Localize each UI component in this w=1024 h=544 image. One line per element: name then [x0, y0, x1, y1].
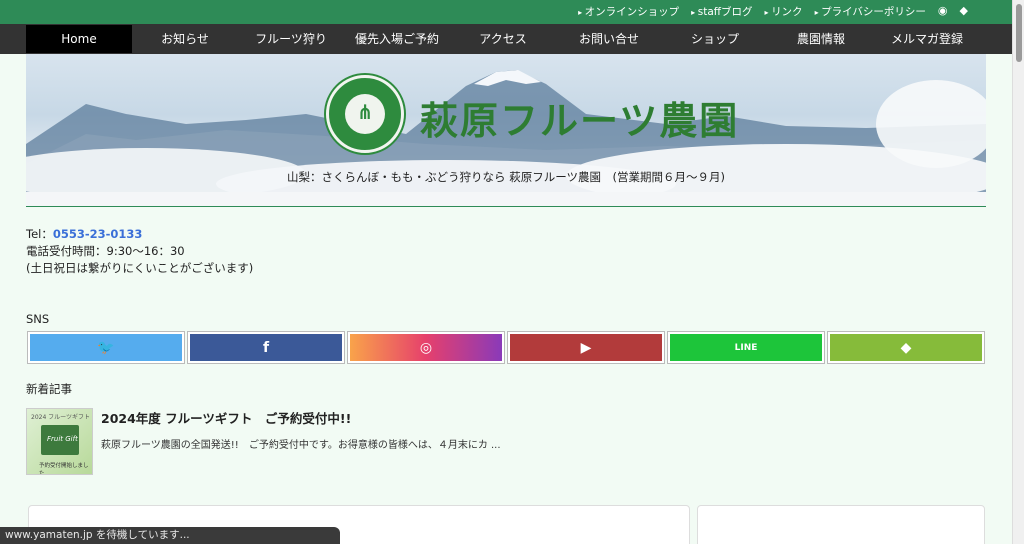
top-link-online-shop[interactable]: オンラインショップ: [578, 4, 680, 19]
nav-item-farm-info[interactable]: 農園情報: [768, 25, 874, 53]
instagram-icon: ◎: [419, 339, 433, 356]
top-link-links[interactable]: リンク: [765, 4, 803, 19]
youtube-icon: ▶: [580, 339, 592, 356]
nav-item-news[interactable]: お知らせ: [132, 25, 238, 53]
tel-label: Tel：: [26, 227, 53, 241]
nav-item-reservation[interactable]: 優先入場ご予約: [344, 25, 450, 53]
rss-icon[interactable]: ◉: [938, 4, 948, 19]
top-link-staff-blog[interactable]: staffブログ: [691, 4, 753, 19]
phone-note: (土日祝日は繋がりにくいことがございます): [26, 261, 254, 275]
phone-link[interactable]: 0553-23-0133: [53, 227, 143, 241]
site-title[interactable]: 萩原フルーツ農園: [420, 90, 739, 145]
sns-buttons: 🐦 f ◎ ▶ LINE ◆: [28, 332, 984, 363]
article-excerpt: 萩原フルーツ農園の全国発送!! ご予約受付中です。お得意様の皆様へは、４月末にカ…: [101, 440, 501, 451]
nav-item-newsletter[interactable]: メルマガ登録: [874, 25, 980, 53]
nav-item-shop[interactable]: ショップ: [662, 25, 768, 53]
youtube-button[interactable]: ▶: [508, 332, 664, 363]
feedly-icon[interactable]: ◆: [960, 4, 968, 19]
facebook-icon: f: [262, 339, 270, 356]
phone-hours: 電話受付時間：9:30〜16：30: [26, 244, 185, 258]
twitter-button[interactable]: 🐦: [28, 332, 184, 363]
scrollbar[interactable]: [1012, 0, 1024, 544]
browser-status-bar: www.yamaten.jp を待機しています...: [0, 527, 340, 544]
divider: [26, 206, 986, 207]
facebook-button[interactable]: f: [188, 332, 344, 363]
feedly-button[interactable]: ◆: [828, 332, 984, 363]
farm-logo[interactable]: ⋔: [326, 75, 404, 153]
top-bar: オンラインショップ staffブログ リンク プライバシーポリシー ◉ ◆: [0, 0, 1012, 24]
twitter-icon: 🐦: [97, 339, 115, 356]
scrollbar-thumb[interactable]: [1016, 4, 1022, 62]
nav-item-contact[interactable]: お問い合せ: [556, 25, 662, 53]
article-title[interactable]: 2024年度 フルーツギフト ご予約受付中!!: [101, 408, 351, 427]
nav-item-home[interactable]: Home: [26, 25, 132, 53]
main-nav: Home お知らせ フルーツ狩り 優先入場ご予約 アクセス お問い合せ ショップ…: [0, 24, 1012, 54]
site-subtitle: 山梨：さくらんぼ・もも・ぶどう狩りなら 萩原フルーツ農園 (営業期間６月〜９月): [287, 170, 725, 184]
logo-glyph: ⋔: [356, 100, 374, 124]
contact-info: Tel：0553-23-0133 電話受付時間：9:30〜16：30 (土日祝日…: [26, 226, 253, 277]
nav-item-access[interactable]: アクセス: [450, 25, 556, 53]
line-icon: LINE: [734, 342, 758, 353]
top-link-privacy[interactable]: プライバシーポリシー: [815, 4, 926, 19]
news-heading: 新着記事: [26, 382, 72, 396]
hero-banner: ⋔ 萩原フルーツ農園 山梨：さくらんぼ・もも・ぶどう狩りなら 萩原フルーツ農園 …: [26, 54, 986, 206]
feedly-icon: ◆: [900, 339, 912, 356]
top-links: オンラインショップ staffブログ リンク プライバシーポリシー ◉ ◆: [578, 4, 968, 19]
article-thumbnail[interactable]: 2024 フルーツギフト Fruit Gift 予約受付開始しました: [26, 408, 93, 475]
nav-item-fruit-picking[interactable]: フルーツ狩り: [238, 25, 344, 53]
instagram-button[interactable]: ◎: [348, 332, 504, 363]
sns-heading: SNS: [26, 312, 50, 326]
content-card-side: [697, 505, 985, 544]
line-button[interactable]: LINE: [668, 332, 824, 363]
